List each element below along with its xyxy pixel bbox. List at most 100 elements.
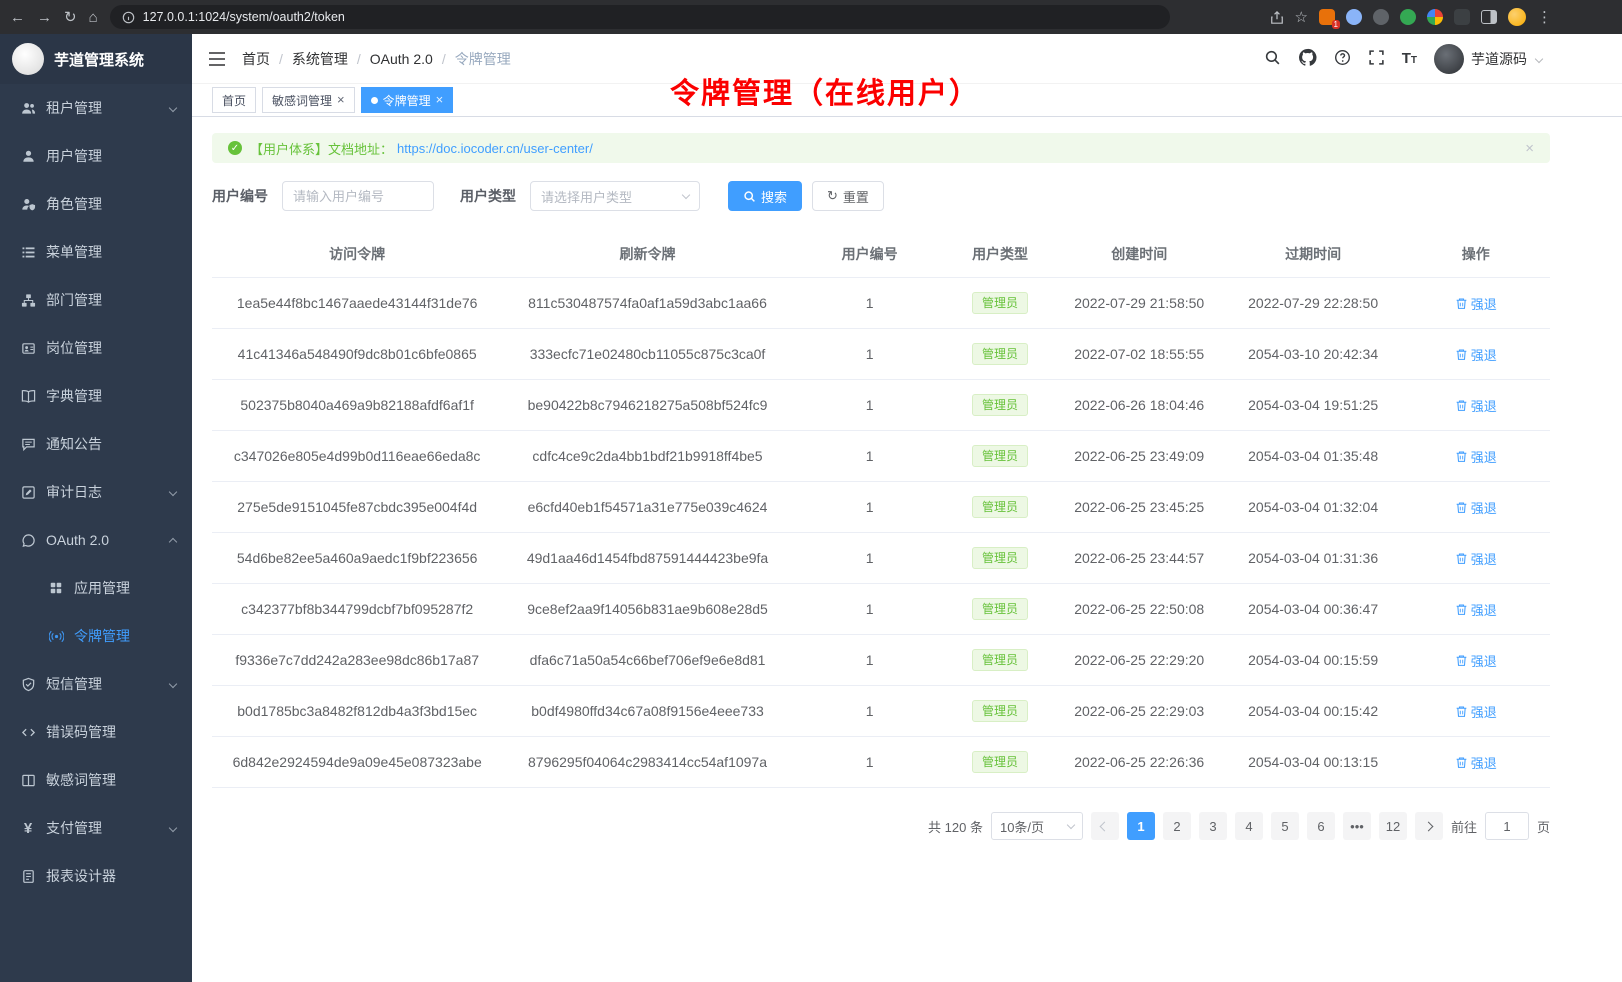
help-icon[interactable]	[1334, 49, 1351, 69]
goto-page-input[interactable]	[1485, 812, 1529, 840]
page-button-4[interactable]: 4	[1235, 812, 1263, 840]
page-button-1[interactable]: 1	[1127, 812, 1155, 840]
user-menu[interactable]: 芋道源码	[1434, 44, 1542, 74]
prev-page-button[interactable]	[1091, 812, 1119, 840]
sidebar-item-dept[interactable]: 部门管理	[0, 276, 192, 324]
star-bookmark-icon[interactable]	[1295, 10, 1308, 25]
page-content: 【用户体系】文档地址： https://doc.iocoder.cn/user-…	[192, 117, 1622, 860]
sidebar-item-oauth-app[interactable]: 应用管理	[0, 564, 192, 612]
browser-profile-avatar[interactable]	[1508, 8, 1526, 26]
user-type-badge: 管理员	[972, 649, 1028, 671]
tab-sensitive-word[interactable]: 敏感词管理	[262, 87, 355, 113]
forward-icon[interactable]	[37, 10, 52, 25]
browser-menu-icon[interactable]	[1537, 10, 1552, 25]
table-header-row: 访问令牌 刷新令牌 用户编号 用户类型 创建时间 过期时间 操作	[212, 231, 1550, 278]
chevron-down-icon	[169, 680, 177, 688]
extension-icon[interactable]	[1346, 9, 1362, 25]
force-logout-button[interactable]: 强退	[1455, 600, 1497, 619]
sidebar-item-tenant[interactable]: 租户管理	[0, 84, 192, 132]
back-icon[interactable]	[10, 10, 25, 25]
chevron-right-icon	[1424, 821, 1434, 831]
page-button-2[interactable]: 2	[1163, 812, 1191, 840]
force-logout-button[interactable]: 强退	[1455, 702, 1497, 721]
breadcrumb-oauth[interactable]: OAuth 2.0	[370, 51, 433, 67]
chevron-up-icon	[169, 538, 177, 546]
chat-round-icon	[20, 532, 36, 548]
table-row: 54d6be82ee5a460a9aedc1f9bf223656 49d1aa4…	[212, 533, 1550, 584]
url-bar[interactable]: 127.0.0.1:1024/system/oauth2/token	[110, 5, 1170, 29]
sidebar-item-sms[interactable]: 短信管理	[0, 660, 192, 708]
page-button-6[interactable]: 6	[1307, 812, 1335, 840]
extension-icon[interactable]	[1427, 9, 1443, 25]
sidebar-item-oauth[interactable]: OAuth 2.0	[0, 516, 192, 564]
force-logout-button[interactable]: 强退	[1455, 396, 1497, 415]
side-panel-icon[interactable]	[1481, 10, 1497, 24]
table-row: 502375b8040a469a9b82188afdf6af1f be90422…	[212, 380, 1550, 431]
sidebar-item-payment[interactable]: 支付管理	[0, 804, 192, 852]
table-row: b0d1785bc3a8482f812db4a3f3bd15ec b0df498…	[212, 686, 1550, 737]
force-logout-button[interactable]: 强退	[1455, 447, 1497, 466]
search-button[interactable]: 搜索	[728, 181, 802, 211]
force-logout-button[interactable]: 强退	[1455, 498, 1497, 517]
next-page-button[interactable]	[1415, 812, 1443, 840]
sidebar-item-post[interactable]: 岗位管理	[0, 324, 192, 372]
force-logout-button[interactable]: 强退	[1455, 651, 1497, 670]
breadcrumb-current: 令牌管理	[455, 49, 511, 69]
force-logout-button[interactable]: 强退	[1455, 345, 1497, 364]
app-logo[interactable]: 芋道管理系统	[0, 34, 192, 84]
sidebar-item-sensitive-word[interactable]: 敏感词管理	[0, 756, 192, 804]
page-unit-label: 页	[1537, 817, 1550, 836]
user-id-input[interactable]	[282, 181, 434, 211]
sidebar-item-oauth-token[interactable]: 令牌管理	[0, 612, 192, 660]
table-row: f9336e7c7dd242a283ee98dc86b17a87 dfa6c71…	[212, 635, 1550, 686]
force-logout-button[interactable]: 强退	[1455, 753, 1497, 772]
force-logout-button[interactable]: 强退	[1455, 294, 1497, 313]
extension-icon[interactable]	[1400, 9, 1416, 25]
extension-icon[interactable]	[1373, 9, 1389, 25]
github-icon[interactable]	[1298, 48, 1317, 70]
sidebar-item-role[interactable]: 角色管理	[0, 180, 192, 228]
search-form: 用户编号 用户类型 请选择用户类型 搜索 重置	[212, 181, 1550, 211]
page-button-12[interactable]: 12	[1379, 812, 1407, 840]
more-pages-button[interactable]: •••	[1343, 812, 1371, 840]
list-icon	[20, 244, 36, 260]
reset-button[interactable]: 重置	[812, 181, 884, 211]
user-type-badge: 管理员	[972, 598, 1028, 620]
extension-icon[interactable]	[1454, 9, 1470, 25]
sidebar-toggle-icon[interactable]	[208, 51, 226, 67]
user-type-badge: 管理员	[972, 700, 1028, 722]
sidebar-item-menu[interactable]: 菜单管理	[0, 228, 192, 276]
user-type-select[interactable]: 请选择用户类型	[530, 181, 700, 211]
font-size-icon[interactable]: TT	[1402, 50, 1417, 67]
force-logout-button[interactable]: 强退	[1455, 549, 1497, 568]
close-icon[interactable]	[436, 93, 444, 107]
col-refresh-token: 刷新令牌	[502, 231, 792, 278]
doc-link[interactable]: https://doc.iocoder.cn/user-center/	[397, 141, 593, 156]
tab-oauth-token[interactable]: 令牌管理	[361, 87, 454, 113]
sidebar-item-error-code[interactable]: 错误码管理	[0, 708, 192, 756]
breadcrumb-system[interactable]: 系统管理	[292, 49, 348, 69]
page-button-3[interactable]: 3	[1199, 812, 1227, 840]
share-icon[interactable]	[1270, 10, 1284, 25]
page-button-5[interactable]: 5	[1271, 812, 1299, 840]
table-row: c342377bf8b344799dcbf7bf095287f2 9ce8ef2…	[212, 584, 1550, 635]
sidebar-item-audit-log[interactable]: 审计日志	[0, 468, 192, 516]
sidebar-item-notice[interactable]: 通知公告	[0, 420, 192, 468]
home-icon[interactable]	[89, 10, 98, 25]
breadcrumb-home[interactable]: 首页	[242, 49, 270, 69]
sidebar-item-report-designer[interactable]: 报表设计器	[0, 852, 192, 900]
alert-close-icon[interactable]	[1525, 140, 1534, 157]
extension-icon[interactable]: 1	[1319, 9, 1335, 25]
info-icon[interactable]	[122, 11, 135, 24]
tab-home[interactable]: 首页	[212, 87, 256, 113]
page-size-select[interactable]: 10条/页	[991, 812, 1083, 840]
message-icon	[20, 436, 36, 452]
close-icon[interactable]	[337, 93, 345, 107]
sidebar-item-user[interactable]: 用户管理	[0, 132, 192, 180]
refresh-icon[interactable]	[64, 10, 77, 25]
fullscreen-icon[interactable]	[1368, 49, 1385, 69]
table-row: 41c41346a548490f9dc8b01c6bfe0865 333ecfc…	[212, 329, 1550, 380]
sidebar-item-dict[interactable]: 字典管理	[0, 372, 192, 420]
search-icon[interactable]	[1264, 49, 1281, 69]
tag-view-bar: 首页 敏感词管理 令牌管理	[192, 84, 1622, 117]
